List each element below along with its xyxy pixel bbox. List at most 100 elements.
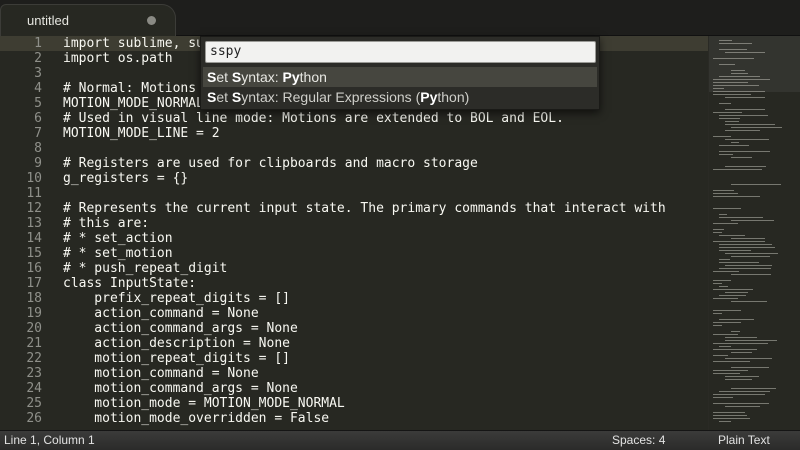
line-number: 22 — [26, 351, 42, 366]
command-palette-input[interactable]: sspy — [205, 41, 596, 63]
line-number: 10 — [26, 171, 42, 186]
minimap-line — [713, 82, 748, 83]
code-line[interactable]: action_description = None — [63, 336, 290, 351]
code-line[interactable]: import os.path — [63, 51, 173, 66]
minimap-line — [719, 262, 759, 263]
line-number-gutter: 1 2 3 4 5 6 7 8 9 10 11 12 13 14 15 16 17 18 19 20 21 22 23 24 2… — [0, 36, 52, 430]
code-line[interactable]: motion_repeat_digits = [] — [63, 351, 290, 366]
minimap-line — [725, 340, 777, 341]
minimap-line — [731, 73, 748, 74]
syntax-setting[interactable]: Plain Text — [718, 433, 770, 447]
minimap-line — [719, 421, 731, 422]
code-line[interactable]: class InputState: — [63, 276, 196, 291]
code-line[interactable]: # * push_repeat_digit — [63, 261, 227, 276]
line-number: 23 — [26, 366, 42, 381]
minimap-line — [713, 373, 740, 374]
line-number: 20 — [26, 321, 42, 336]
code-line[interactable]: motion_command_args = None — [63, 381, 298, 396]
minimap-line — [725, 139, 769, 140]
code-line[interactable]: # Used in visual line mode: Motions are … — [63, 111, 564, 126]
tab-untitled[interactable]: untitled — [0, 4, 176, 36]
status-bar: Line 1, Column 1 Spaces: 4 Plain Text — [0, 430, 800, 450]
code-line[interactable]: # * set_action — [63, 231, 173, 246]
minimap-line — [731, 274, 771, 275]
minimap-line — [713, 223, 738, 224]
code-line[interactable]: action_command = None — [63, 306, 258, 321]
close-dot-icon[interactable] — [147, 16, 156, 25]
minimap-line — [725, 166, 766, 167]
minimap-line — [713, 322, 741, 323]
minimap-line — [713, 403, 769, 404]
minimap-line — [713, 88, 724, 89]
palette-result-python[interactable]: Set Syntax: Python — [203, 67, 597, 87]
line-number: 7 — [34, 126, 42, 141]
minimap-line — [725, 97, 765, 98]
line-number: 17 — [26, 276, 42, 291]
minimap-line — [713, 355, 728, 356]
minimap-line — [731, 142, 739, 143]
line-number: 14 — [26, 231, 42, 246]
minimap-line — [725, 109, 765, 110]
minimap-line — [719, 40, 732, 41]
minimap-line — [731, 220, 774, 221]
line-number: 16 — [26, 261, 42, 276]
minimap-line — [713, 94, 751, 95]
minimap-line — [713, 280, 731, 281]
minimap-line — [719, 64, 735, 65]
minimap-line — [725, 358, 772, 359]
tab-bar: untitled — [0, 0, 800, 36]
line-number: 1 — [34, 36, 42, 51]
minimap-line — [725, 337, 757, 338]
code-line[interactable]: # * set_motion — [63, 246, 173, 261]
minimap-line — [719, 76, 760, 77]
minimap-line — [713, 241, 765, 242]
minimap-line — [725, 52, 765, 53]
minimap-line — [719, 268, 771, 269]
code-line[interactable]: motion_command = None — [63, 366, 258, 381]
minimap-line — [713, 289, 753, 290]
minimap-line — [713, 349, 757, 350]
minimap-line — [719, 154, 733, 155]
minimap-line — [719, 145, 749, 146]
command-palette: sspy Set Syntax: Python Set Syntax: Regu… — [200, 36, 600, 110]
code-line[interactable]: # this are: — [63, 216, 149, 231]
minimap-line — [713, 334, 738, 335]
minimap-line — [731, 157, 752, 158]
line-number: 21 — [26, 336, 42, 351]
minimap-line — [719, 43, 752, 44]
indentation-setting[interactable]: Spaces: 4 — [612, 433, 665, 447]
minimap-line — [719, 115, 768, 116]
code-line[interactable]: motion_mode_overridden = False — [63, 411, 329, 426]
minimap-line — [713, 298, 738, 299]
line-number: 9 — [34, 156, 42, 171]
minimap-line — [719, 295, 746, 296]
tab-title: untitled — [27, 13, 69, 28]
code-line[interactable]: # Registers are used for clipboards and … — [63, 156, 478, 171]
code-line[interactable]: g_registers = {} — [63, 171, 188, 186]
minimap[interactable] — [708, 36, 800, 430]
minimap-line — [719, 214, 727, 215]
line-number: 4 — [34, 81, 42, 96]
code-line[interactable]: # Represents the current input state. Th… — [63, 201, 666, 216]
minimap-line — [713, 193, 738, 194]
minimap-line — [719, 391, 770, 392]
code-line[interactable]: prefix_repeat_digits = [] — [63, 291, 290, 306]
line-number: 8 — [34, 141, 42, 156]
code-line[interactable]: action_command_args = None — [63, 321, 298, 336]
minimap-line — [731, 301, 767, 302]
line-number: 24 — [26, 381, 42, 396]
minimap-line — [713, 232, 722, 233]
line-number: 5 — [34, 96, 42, 111]
minimap-line — [713, 361, 750, 362]
palette-result-regex-python[interactable]: Set Syntax: Regular Expressions (Python) — [203, 87, 597, 107]
line-number: 11 — [26, 186, 42, 201]
minimap-line — [731, 256, 770, 257]
code-line[interactable]: MOTION_MODE_LINE = 2 — [63, 126, 220, 141]
code-line[interactable]: motion_mode = MOTION_MODE_NORMAL — [63, 396, 344, 411]
minimap-line — [725, 376, 759, 377]
minimap-line — [713, 370, 748, 371]
minimap-line — [713, 412, 745, 413]
minimap-line — [713, 196, 760, 197]
minimap-line — [713, 418, 750, 419]
line-number: 19 — [26, 306, 42, 321]
